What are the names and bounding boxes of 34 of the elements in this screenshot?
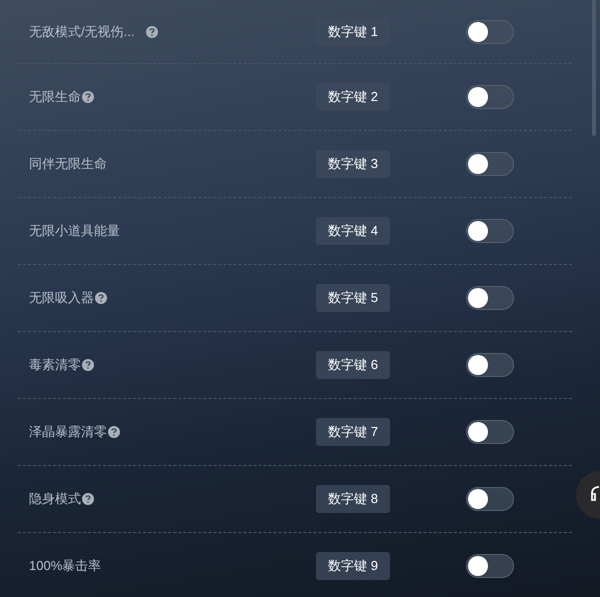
hotkey-badge: 数字键 7 — [316, 418, 390, 446]
hotkey-badge: 数字键 6 — [316, 351, 390, 379]
hotkey-badge: 数字键 1 — [316, 18, 390, 46]
hotkey-badge: 数字键 3 — [316, 150, 390, 178]
help-icon[interactable] — [146, 26, 158, 38]
option-label: 无限吸入器 — [29, 289, 94, 308]
toggle-switch[interactable] — [466, 20, 514, 44]
help-icon[interactable] — [82, 493, 94, 505]
hotkey-badge: 数字键 4 — [316, 217, 390, 245]
toggle-switch[interactable] — [466, 286, 514, 310]
option-label: 无限生命 — [29, 88, 81, 106]
toggle-switch[interactable] — [466, 554, 514, 578]
hotkey-badge: 数字键 5 — [316, 284, 390, 312]
help-icon[interactable] — [82, 91, 94, 103]
toggle-switch[interactable] — [466, 219, 514, 243]
help-icon[interactable] — [108, 426, 120, 438]
hotkey-badge: 数字键 8 — [316, 485, 390, 513]
option-label: 同伴无限生命 — [29, 155, 107, 174]
toggle-switch[interactable] — [466, 152, 514, 176]
option-label: 无敌模式/无视伤... — [29, 22, 134, 41]
toggle-switch[interactable] — [466, 353, 514, 377]
help-icon[interactable] — [95, 292, 107, 304]
option-label: 无限小道具能量 — [29, 222, 120, 240]
toggle-switch[interactable] — [466, 85, 514, 109]
help-icon[interactable] — [82, 359, 94, 371]
headset-icon — [590, 484, 600, 504]
option-label: 100%暴击率 — [29, 557, 102, 576]
toggle-switch[interactable] — [466, 420, 514, 444]
option-label: 毒素清零 — [29, 356, 81, 374]
option-label: 泽晶暴露清零 — [29, 423, 107, 442]
hotkey-badge: 数字键 2 — [316, 83, 390, 111]
hotkey-badge: 数字键 9 — [316, 552, 390, 580]
toggle-switch[interactable] — [466, 487, 514, 511]
option-label: 隐身模式 — [29, 490, 81, 508]
